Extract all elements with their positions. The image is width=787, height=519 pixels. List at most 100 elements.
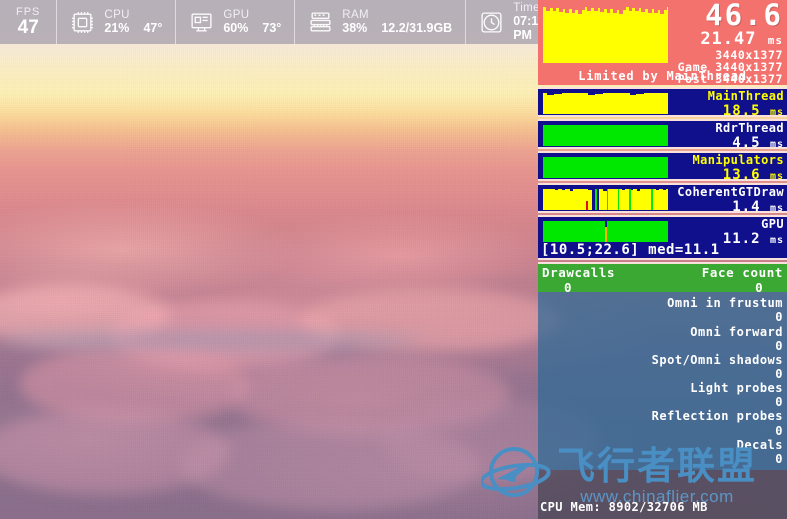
render-stats-block: Omni in frustum 0 Omni forward 0 Spot/Om… [538, 292, 787, 471]
cpu-icon [70, 10, 95, 35]
stat-spot-omni-shadows: Spot/Omni shadows 0 [542, 353, 783, 381]
hud-text-ram: RAM 38% 12.2/31.9GB [342, 9, 452, 36]
stat-value: 0 [775, 338, 783, 353]
fps-numeric-readout: 46.6 21.47 ms 3440x1377 Game 3440x1377 P… [678, 0, 783, 86]
perf-row-manipulators: Manipulators 13.6 ms [538, 151, 787, 184]
hud-cell-fps: FPS 47 [0, 0, 58, 44]
stat-value: 0 [775, 451, 783, 466]
mainthread-readout: MainThread 18.5 ms [708, 89, 784, 120]
manipulators-history-graph [542, 156, 669, 180]
hud-value-gpu-usage: 60% [223, 21, 249, 36]
rdrthread-value: 4.5 ms [715, 135, 784, 152]
cloud-puff [180, 420, 480, 510]
cloud-puff [0, 410, 230, 495]
hud-cell-ram: RAM 38% 12.2/31.9GB [295, 0, 467, 44]
hud-label-gpu: GPU [223, 8, 250, 21]
manipulators-ms: 13.6 [722, 167, 761, 184]
perf-row-rdrthread: RdrThread 4.5 ms [538, 119, 787, 152]
hud-value-fps: 47 [17, 17, 39, 39]
gpu-ms: 11.2 [722, 231, 761, 248]
clock-icon [479, 10, 504, 35]
coherentgtdraw-unit: ms [769, 203, 784, 215]
gpu-history-graph [542, 220, 669, 244]
hud-label-cpu: CPU [104, 8, 130, 21]
cloud-layer-streak [0, 330, 420, 350]
manipulators-label: Manipulators [692, 153, 784, 168]
mainthread-label: MainThread [707, 89, 784, 104]
gpu-value: 11.2 ms [723, 231, 784, 248]
mainthread-value: 18.5 ms [708, 103, 784, 120]
drawcalls-block: Drawcalls Face count 0 0 [538, 262, 787, 295]
stat-decals: Decals 0 [542, 438, 783, 466]
rdrthread-readout: RdrThread 4.5 ms [715, 121, 784, 152]
stat-value: 0 [775, 310, 783, 325]
rdrthread-label: RdrThread [715, 121, 784, 136]
performance-overlay: 46.6 21.47 ms 3440x1377 Game 3440x1377 P… [538, 0, 787, 519]
resolution-post-row: Post 3440x1377 [678, 73, 783, 85]
rdrthread-ms: 4.5 [732, 135, 761, 152]
cloud-puff [230, 355, 510, 435]
manipulators-readout: Manipulators 13.6 ms [693, 153, 785, 184]
cpu-memory-line: CPU Mem: 8902/32706 MB [540, 499, 708, 514]
stat-label: Decals [736, 437, 783, 452]
fps-summary-block: 46.6 21.47 ms 3440x1377 Game 3440x1377 P… [538, 0, 787, 85]
rdrthread-history-graph [542, 124, 669, 148]
hud-label-ram: RAM [342, 8, 370, 21]
frametime-value: 21.47 [700, 29, 757, 49]
fps-history-graph [542, 6, 669, 64]
drawcalls-value: 0 [564, 280, 572, 296]
hud-value-gpu-temp: 73° [262, 21, 282, 36]
coherentgtdraw-readout: CoherentGTDraw 1.4 ms [677, 185, 784, 216]
hud-value-ram-percent: 38% [342, 21, 368, 36]
coherentgtdraw-ms: 1.4 [732, 199, 761, 216]
hud-text-gpu: GPU 60% 73° [223, 9, 281, 36]
resolution-post-label: Post [677, 72, 708, 87]
stat-label: Omni forward [690, 324, 783, 339]
drawcalls-headers: Drawcalls Face count [542, 265, 783, 280]
coherentgtdraw-label: CoherentGTDraw [677, 185, 784, 200]
stat-label: Light probes [690, 381, 783, 396]
facecount-label: Face count [701, 265, 783, 281]
perf-row-coherentgtdraw: CoherentGTDraw 1.4 ms [538, 183, 787, 216]
hud-values-cpu: 21% 47° [104, 21, 162, 35]
stat-value: 0 [775, 423, 783, 438]
coherentgtdraw-history-graph [542, 188, 669, 212]
perf-row-gpu: GPU 11.2 ms [10.5;22.6] med=11.1 [538, 215, 787, 261]
hud-cell-cpu: CPU 21% 47° [57, 0, 177, 44]
cloud-puff [20, 345, 250, 423]
resolution-post-value: 3440x1377 [715, 72, 783, 87]
coherentgtdraw-value: 1.4 ms [677, 199, 784, 216]
drawcalls-label: Drawcalls [542, 265, 616, 281]
stat-omni-in-frustum: Omni in frustum 0 [542, 296, 783, 324]
stat-omni-forward: Omni forward 0 [542, 325, 783, 353]
gpu-readout: GPU 11.2 ms [723, 217, 784, 248]
stat-label: Spot/Omni shadows [651, 352, 783, 367]
manipulators-value: 13.6 ms [693, 167, 785, 184]
memory-stats-block: CPU Mem: 8902/32706 MB GPUMem budget: 30… [538, 470, 787, 519]
hud-value-cpu-usage: 21% [104, 21, 130, 36]
stat-label: Reflection probes [651, 409, 783, 424]
fps-value-large: 46.6 [705, 0, 783, 32]
gpu-unit: ms [769, 235, 784, 247]
mainthread-ms: 18.5 [722, 103, 761, 120]
frametime-ms: 21.47 ms [678, 29, 783, 49]
stat-label: Omni in frustum [667, 296, 783, 311]
hud-cell-gpu: GPU 60% 73° [176, 0, 296, 44]
hud-values-ram: 38% 12.2/31.9GB [342, 21, 452, 35]
hud-value-cpu-temp: 47° [143, 21, 163, 36]
cloud-puff [300, 288, 560, 352]
stat-reflection-probes: Reflection probes 0 [542, 409, 783, 437]
gpu-label: GPU [761, 217, 784, 232]
hud-value-ram-amount: 12.2/31.9GB [381, 21, 453, 36]
ram-icon [308, 10, 333, 35]
perf-row-mainthread: MainThread 18.5 ms [538, 87, 787, 120]
cloud-puff [110, 300, 340, 370]
drawcalls-values: 0 0 [542, 280, 783, 295]
facecount-value: 0 [755, 280, 763, 296]
stat-light-probes: Light probes 0 [542, 381, 783, 409]
hud-values-gpu: 60% 73° [223, 21, 281, 35]
rdrthread-unit: ms [769, 139, 784, 151]
stat-value: 0 [775, 366, 783, 381]
gpu-range-readout: [10.5;22.6] med=11.1 [541, 241, 720, 258]
stat-value: 0 [775, 395, 783, 410]
